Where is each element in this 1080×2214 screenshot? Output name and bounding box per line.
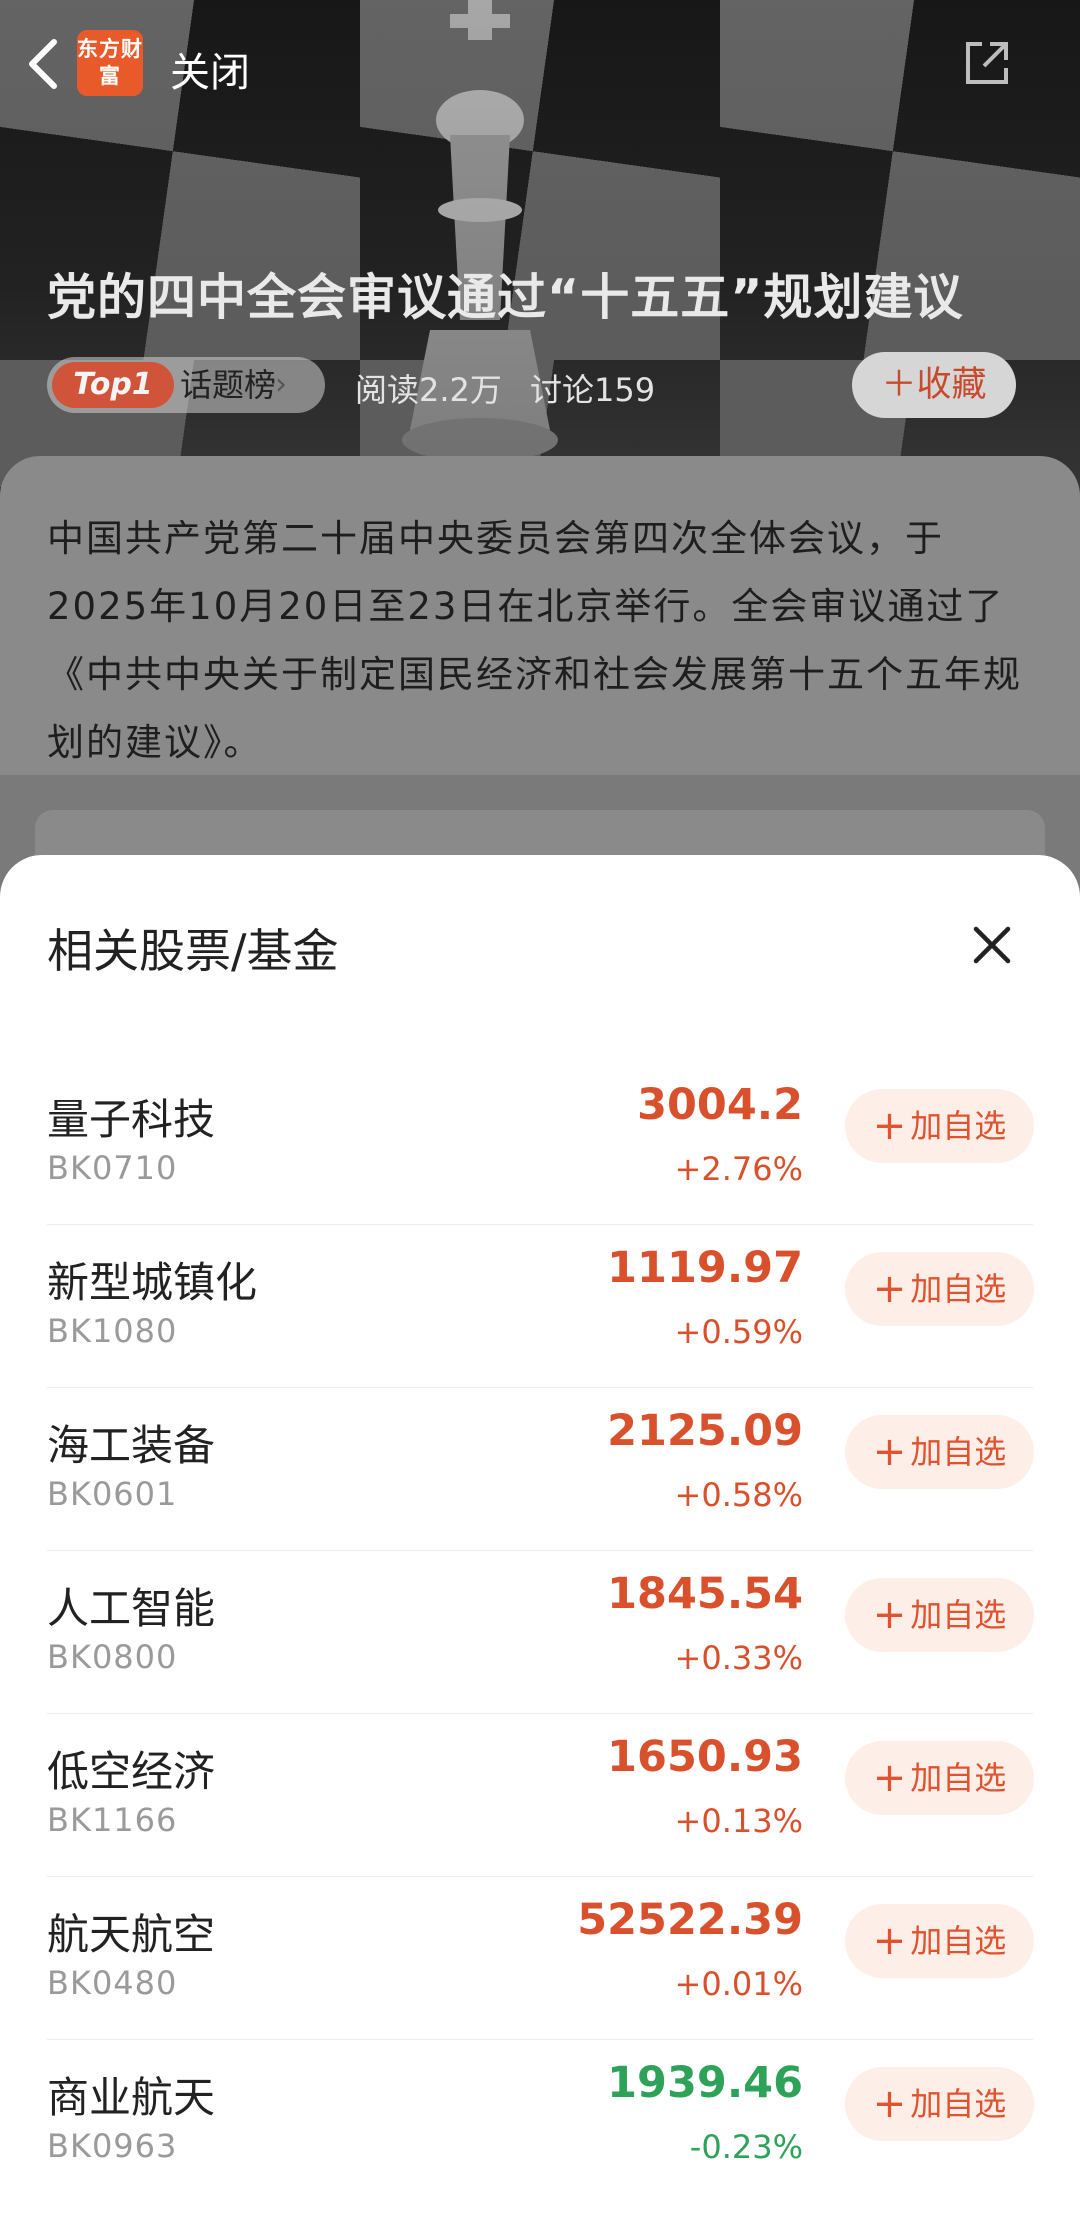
- add-watchlist-label: 加自选: [910, 1270, 1007, 1308]
- read-count: 阅读2.2万: [355, 371, 502, 409]
- stock-price: 1650.93: [607, 1732, 803, 1782]
- stock-name: 量子科技: [47, 1095, 216, 1144]
- topic-rank-badge[interactable]: Top1 话题榜 ›: [47, 357, 325, 413]
- stock-code: BK0963: [47, 2127, 178, 2165]
- stock-change: +0.33%: [674, 1639, 803, 1677]
- stock-code: BK0710: [47, 1149, 178, 1187]
- stock-name: 海工装备: [47, 1421, 216, 1470]
- plus-icon: +: [872, 2081, 907, 2127]
- stock-change: +0.01%: [674, 1965, 803, 2003]
- topic-title: 党的四中全会审议通过“十五五”规划建议: [47, 269, 964, 326]
- chevron-right-icon: ›: [275, 367, 287, 402]
- stock-code: BK0800: [47, 1638, 178, 1676]
- add-watchlist-button[interactable]: + 加自选: [845, 1415, 1034, 1489]
- add-watchlist-label: 加自选: [910, 1759, 1007, 1797]
- stock-price: 2125.09: [607, 1406, 803, 1456]
- plus-icon: +: [872, 1755, 907, 1801]
- stock-change: +0.59%: [674, 1313, 803, 1351]
- stock-code: BK0601: [47, 1475, 178, 1513]
- stock-price: 1939.46: [607, 2058, 803, 2108]
- stock-code: BK0480: [47, 1964, 178, 2002]
- stock-change: +2.76%: [674, 1150, 803, 1188]
- stock-price: 3004.2: [637, 1080, 803, 1130]
- stock-change: -0.23%: [689, 2128, 803, 2166]
- stock-code: BK1080: [47, 1312, 178, 1350]
- add-watchlist-button[interactable]: + 加自选: [845, 1578, 1034, 1652]
- add-watchlist-button[interactable]: + 加自选: [845, 1904, 1034, 1978]
- close-icon[interactable]: [960, 913, 1024, 977]
- stock-row[interactable]: 低空经济 BK1166 1650.93 +0.13% + 加自选: [0, 1714, 1080, 1877]
- sheet-title: 相关股票/基金: [47, 924, 339, 978]
- favorite-button[interactable]: ＋收藏: [852, 352, 1016, 418]
- plus-icon: +: [872, 1592, 907, 1638]
- stock-price: 1119.97: [607, 1243, 803, 1293]
- stock-list: 量子科技 BK0710 3004.2 +2.76% + 加自选 新型城镇化 BK1080 111…: [0, 1062, 1080, 2203]
- stock-change: +0.58%: [674, 1476, 803, 1514]
- stock-name: 航天航空: [47, 1910, 216, 1959]
- add-watchlist-button[interactable]: + 加自选: [845, 2067, 1034, 2141]
- add-watchlist-label: 加自选: [910, 2085, 1007, 2123]
- stock-name: 低空经济: [47, 1747, 216, 1796]
- topic-summary: 中国共产党第二十届中央委员会第四次全体会议，于2025年10月20日至23日在北…: [47, 517, 1022, 764]
- back-arrow-icon[interactable]: [22, 36, 62, 92]
- related-stocks-sheet: 相关股票/基金 量子科技 BK0710 3004.2 +2.76% + 加自选 新型城镇化 B…: [0, 855, 1080, 2214]
- stock-name: 人工智能: [47, 1584, 216, 1633]
- close-link[interactable]: 关闭: [170, 40, 250, 98]
- stock-row[interactable]: 人工智能 BK0800 1845.54 +0.33% + 加自选: [0, 1551, 1080, 1714]
- stock-row[interactable]: 海工装备 BK0601 2125.09 +0.58% + 加自选: [0, 1388, 1080, 1551]
- plus-icon: +: [872, 1103, 907, 1149]
- add-watchlist-label: 加自选: [910, 1922, 1007, 1960]
- top-bar: 东方财富 关闭: [0, 0, 1080, 130]
- share-icon[interactable]: [960, 36, 1014, 90]
- discussion-count: 讨论159: [530, 371, 656, 409]
- rank-list-label: 话题榜: [180, 366, 277, 404]
- add-watchlist-button[interactable]: + 加自选: [845, 1741, 1034, 1815]
- plus-icon: +: [872, 1429, 907, 1475]
- stock-code: BK1166: [47, 1801, 178, 1839]
- stock-row[interactable]: 商业航天 BK0963 1939.46 -0.23% + 加自选: [0, 2040, 1080, 2203]
- add-watchlist-label: 加自选: [910, 1596, 1007, 1634]
- add-watchlist-button[interactable]: + 加自选: [845, 1089, 1034, 1163]
- plus-icon: +: [872, 1918, 907, 1964]
- stock-row[interactable]: 航天航空 BK0480 52522.39 +0.01% + 加自选: [0, 1877, 1080, 2040]
- add-watchlist-button[interactable]: + 加自选: [845, 1252, 1034, 1326]
- top1-label: Top1: [52, 362, 174, 408]
- favorite-label: 收藏: [916, 365, 987, 405]
- add-watchlist-label: 加自选: [910, 1107, 1007, 1145]
- stock-change: +0.13%: [674, 1802, 803, 1840]
- stock-price: 1845.54: [607, 1569, 803, 1619]
- stock-name: 商业航天: [47, 2073, 216, 2122]
- stock-name: 新型城镇化: [47, 1258, 258, 1307]
- plus-icon: ＋: [881, 365, 917, 405]
- app-logo: 东方财富: [77, 30, 143, 96]
- plus-icon: +: [872, 1266, 907, 1312]
- stock-price: 52522.39: [577, 1895, 803, 1945]
- stock-row[interactable]: 量子科技 BK0710 3004.2 +2.76% + 加自选: [0, 1062, 1080, 1225]
- stock-row[interactable]: 新型城镇化 BK1080 1119.97 +0.59% + 加自选: [0, 1225, 1080, 1388]
- add-watchlist-label: 加自选: [910, 1433, 1007, 1471]
